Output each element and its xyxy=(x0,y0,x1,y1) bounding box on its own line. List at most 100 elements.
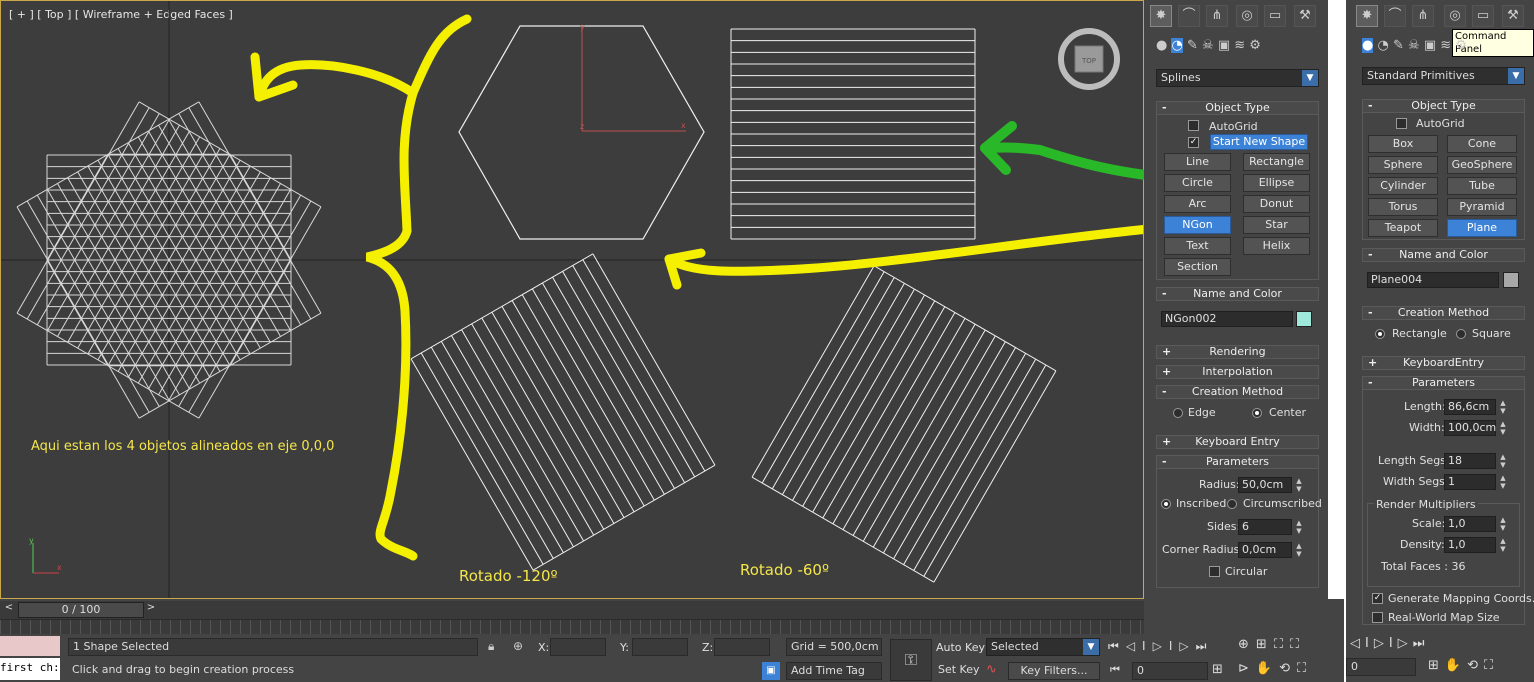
spacewarps-icon[interactable]: ≋ xyxy=(1440,38,1451,53)
set-key-button[interactable]: Set Key xyxy=(934,662,982,680)
play-icon[interactable]: ▷ xyxy=(1374,636,1389,651)
z-coord-field[interactable] xyxy=(714,638,770,656)
radius-spinner[interactable]: ▲ ▼ xyxy=(1294,477,1304,493)
circular-checkbox[interactable] xyxy=(1209,566,1220,577)
slider-prev-icon[interactable]: < xyxy=(2,602,16,616)
orbit-icon[interactable]: ⟲ xyxy=(1467,658,1484,673)
viewport-top[interactable]: [ + ] [ Top ] [ Wireframe + Edged Faces … xyxy=(0,0,1144,599)
maxscript-mini-listener[interactable]: first ch: xyxy=(0,658,60,680)
category-dropdown[interactable]: Standard Primitives ▼ xyxy=(1362,67,1525,85)
edge-radio[interactable] xyxy=(1173,408,1183,418)
section-button[interactable]: Section xyxy=(1164,258,1231,276)
rollout-name-color[interactable]: - Name and Color xyxy=(1156,287,1319,301)
shapes-icon[interactable]: ◔ xyxy=(1377,38,1388,53)
display-icon[interactable]: ▭ xyxy=(1472,5,1494,27)
rollout-creation-method[interactable]: - Creation Method xyxy=(1156,385,1319,399)
orbit-icon[interactable]: ⟲ xyxy=(1279,661,1297,676)
tube-button[interactable]: Tube xyxy=(1447,177,1517,195)
fov-icon[interactable]: ⊳ xyxy=(1238,661,1256,676)
track-bar[interactable] xyxy=(0,619,1144,634)
time-tag-icon[interactable]: ▣ xyxy=(762,662,780,680)
corner-radius-spinner[interactable]: ▲ ▼ xyxy=(1294,542,1304,558)
systems-icon[interactable]: ⚙ xyxy=(1249,38,1261,53)
auto-key-button[interactable]: Auto Key xyxy=(936,641,985,654)
sphere-button[interactable]: Sphere xyxy=(1368,156,1438,174)
key-mode-icon[interactable]: ⏮ xyxy=(1110,663,1120,677)
geometry-icon[interactable]: ● xyxy=(1156,38,1171,53)
width-field[interactable]: 100,0cm xyxy=(1444,420,1496,436)
viewport-canvas[interactable]: y x z TOP y x Aqui estan los 4 objetos a… xyxy=(1,1,1144,599)
slider-next-icon[interactable]: > xyxy=(144,602,158,616)
teapot-button[interactable]: Teapot xyxy=(1368,219,1438,237)
hierarchy-icon[interactable]: ⋔ xyxy=(1412,5,1434,27)
sides-spinner[interactable]: ▲ ▼ xyxy=(1294,519,1304,535)
scale-field[interactable]: 1,0 xyxy=(1444,516,1496,532)
rollout-object-type[interactable]: - Object Type xyxy=(1362,99,1525,113)
modify-icon[interactable]: ⌒ xyxy=(1178,5,1200,27)
width-segs-field[interactable]: 1 xyxy=(1444,474,1496,490)
object-name-field[interactable]: NGon002 xyxy=(1161,311,1293,327)
cone-button[interactable]: Cone xyxy=(1447,135,1517,153)
gen-mapping-checkbox[interactable]: ✓ xyxy=(1372,593,1383,604)
object-color-swatch[interactable] xyxy=(1503,272,1519,288)
rollout-keyboard-entry[interactable]: + Keyboard Entry xyxy=(1156,435,1319,449)
create-icon[interactable]: ✸ xyxy=(1150,5,1172,27)
cameras-icon[interactable]: ☠ xyxy=(1408,38,1420,53)
width-segs-spinner[interactable]: ▲ ▼ xyxy=(1498,474,1508,490)
helix-button[interactable]: Helix xyxy=(1243,237,1310,255)
category-dropdown[interactable]: Splines ▼ xyxy=(1156,69,1319,87)
pyramid-button[interactable]: Pyramid xyxy=(1447,198,1517,216)
start-new-shape-checkbox[interactable]: ✓ xyxy=(1188,137,1199,148)
arc-button[interactable]: Arc xyxy=(1164,195,1231,213)
utilities-icon[interactable]: ⚒ xyxy=(1502,5,1524,27)
cylinder-button[interactable]: Cylinder xyxy=(1368,177,1438,195)
helpers-icon[interactable]: ▣ xyxy=(1218,38,1230,53)
key-icon[interactable]: ⚿ xyxy=(890,639,932,681)
length-spinner[interactable]: ▲ ▼ xyxy=(1498,399,1508,415)
display-icon[interactable]: ▭ xyxy=(1264,5,1286,27)
rollout-object-type[interactable]: - Object Type xyxy=(1156,101,1319,115)
zoom-all-icon[interactable]: ⊞ xyxy=(1256,637,1274,652)
rollout-creation-method[interactable]: - Creation Method xyxy=(1362,306,1525,320)
y-coord-field[interactable] xyxy=(632,638,688,656)
motion-icon[interactable]: ◎ xyxy=(1444,5,1466,27)
autogrid-checkbox[interactable] xyxy=(1188,120,1199,131)
spacewarps-icon[interactable]: ≋ xyxy=(1234,38,1245,53)
goto-end-icon[interactable]: ⏭ xyxy=(1196,639,1214,653)
circle-button[interactable]: Circle xyxy=(1164,174,1231,192)
zoom-extents-all-icon[interactable]: ⛶ xyxy=(1290,637,1306,652)
rollout-interpolation[interactable]: + Interpolation xyxy=(1156,365,1319,379)
play-icon[interactable]: ▷ xyxy=(1153,639,1169,653)
time-config-icon[interactable]: ⊞ xyxy=(1212,662,1223,677)
add-time-tag-button[interactable]: Add Time Tag xyxy=(786,662,882,680)
shapes-icon[interactable]: ◔ xyxy=(1171,38,1183,53)
maximize-toggle-icon[interactable]: ⛶ xyxy=(1297,661,1313,676)
ngon-button[interactable]: NGon xyxy=(1164,216,1231,234)
radius-field[interactable]: 50,0cm xyxy=(1238,477,1292,493)
next-frame-icon[interactable]: Ⅰ▷ xyxy=(1389,636,1413,651)
length-segs-field[interactable]: 18 xyxy=(1444,453,1496,469)
pan-icon[interactable]: ✋ xyxy=(1445,658,1467,673)
geometry-icon[interactable]: ● xyxy=(1362,38,1374,53)
motion-icon[interactable]: ◎ xyxy=(1236,5,1258,27)
create-icon[interactable]: ✸ xyxy=(1356,5,1378,27)
density-spinner[interactable]: ▲ ▼ xyxy=(1498,537,1508,553)
curve-icon[interactable]: ∿ xyxy=(986,662,1006,680)
viewcube[interactable]: TOP xyxy=(1058,28,1120,90)
utilities-icon[interactable]: ⚒ xyxy=(1294,5,1316,27)
text-button[interactable]: Text xyxy=(1164,237,1231,255)
rectangle-button[interactable]: Rectangle xyxy=(1243,153,1310,171)
length-field[interactable]: 86,6cm xyxy=(1444,399,1496,415)
maximize-icon[interactable]: ⛶ xyxy=(1484,658,1499,673)
square-radio[interactable] xyxy=(1456,329,1466,339)
rollout-keyboard-entry[interactable]: + KeyboardEntry xyxy=(1362,356,1525,370)
length-segs-spinner[interactable]: ▲ ▼ xyxy=(1498,453,1508,469)
x-coord-field[interactable] xyxy=(550,638,606,656)
inscribed-radio[interactable] xyxy=(1161,499,1171,509)
lights-icon[interactable]: ✎ xyxy=(1393,38,1404,53)
current-frame-field[interactable]: 0 xyxy=(1132,662,1208,680)
start-new-shape-button[interactable]: Start New Shape xyxy=(1210,134,1308,150)
line-button[interactable]: Line xyxy=(1164,153,1231,171)
rollout-parameters[interactable]: - Parameters xyxy=(1156,455,1319,469)
next-key-icon[interactable]: Ⅰ▷ xyxy=(1169,639,1196,653)
